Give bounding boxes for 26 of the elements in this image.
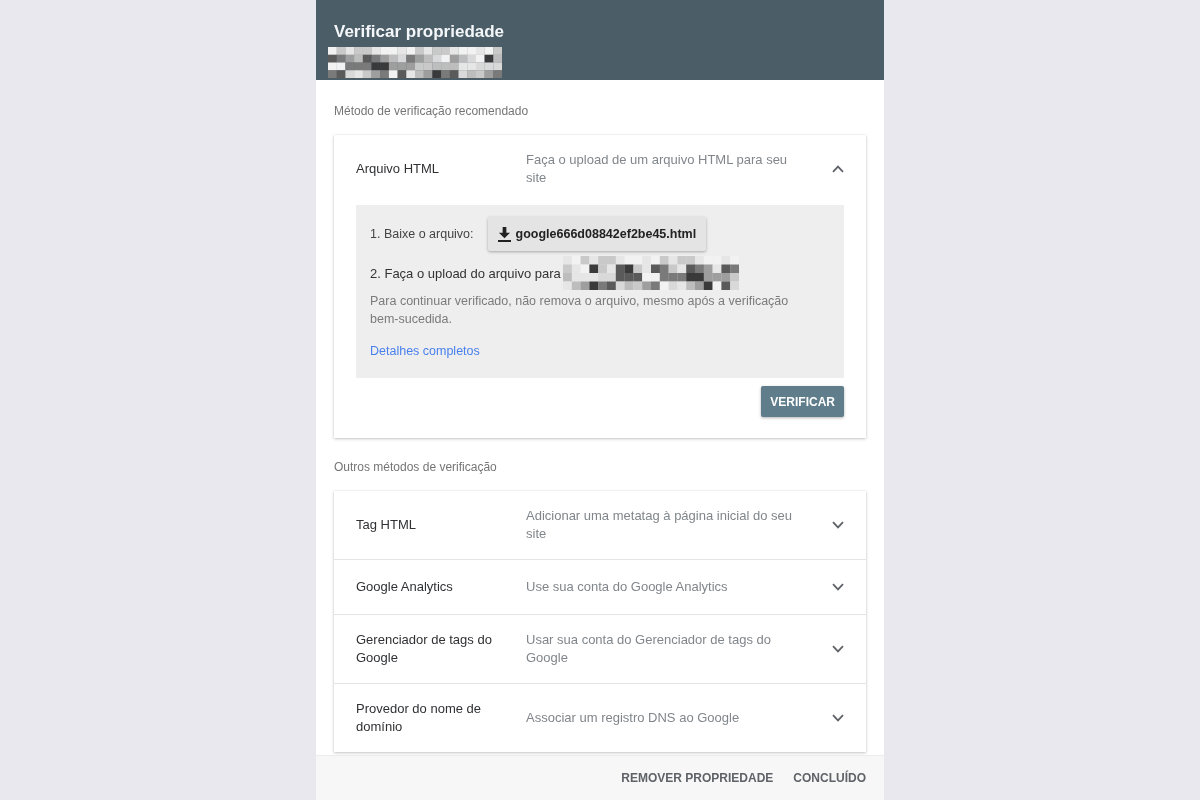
method-name[interactable]: Provedor do nome de domínio <box>356 700 526 736</box>
download-icon <box>497 226 511 242</box>
chevron-down-icon[interactable] <box>832 645 844 653</box>
verify-button[interactable]: VERIFICAR <box>761 386 844 417</box>
method-name[interactable]: Google Analytics <box>356 578 526 596</box>
dialog-title: Verificar propriedade <box>334 22 505 42</box>
chevron-down-icon[interactable] <box>832 714 844 722</box>
chevron-down-icon[interactable] <box>832 583 844 591</box>
download-button[interactable]: google666d08842ef2be45.html <box>487 217 707 251</box>
method-description: Associar um registro DNS ao Google <box>526 709 741 727</box>
step-label: 2. Faça o upload do arquivo para <box>370 265 561 281</box>
note-text: Para continuar verificado, não remova o arquivo, mesmo após a verificação bem-sucedida. <box>370 293 790 328</box>
method-name[interactable]: Arquivo HTML <box>356 160 526 178</box>
method-name[interactable]: Tag HTML <box>356 516 526 534</box>
step-label: 1. Baixe o arquivo: <box>370 227 474 241</box>
method-description: Usar sua conta do Gerenciador de tags do Google <box>526 631 772 667</box>
footer-button[interactable]: REMOVER PROPRIEDADE <box>621 771 774 785</box>
section-heading: Método de verificação recomendado <box>334 103 530 120</box>
section-heading: Outros métodos de verificação <box>334 459 498 476</box>
method-description: Adicionar uma metatag à página inicial do seu site <box>526 507 793 543</box>
method-description: Use sua conta do Google Analytics <box>526 578 729 596</box>
method-description: Faça o upload de um arquivo HTML para seu site <box>526 151 789 187</box>
footer-button[interactable]: CONCLUÍDO <box>793 771 866 785</box>
method-name[interactable]: Gerenciador de tags do Google <box>356 631 526 667</box>
chevron-up-icon[interactable] <box>832 165 844 173</box>
chevron-down-icon[interactable] <box>832 521 844 529</box>
